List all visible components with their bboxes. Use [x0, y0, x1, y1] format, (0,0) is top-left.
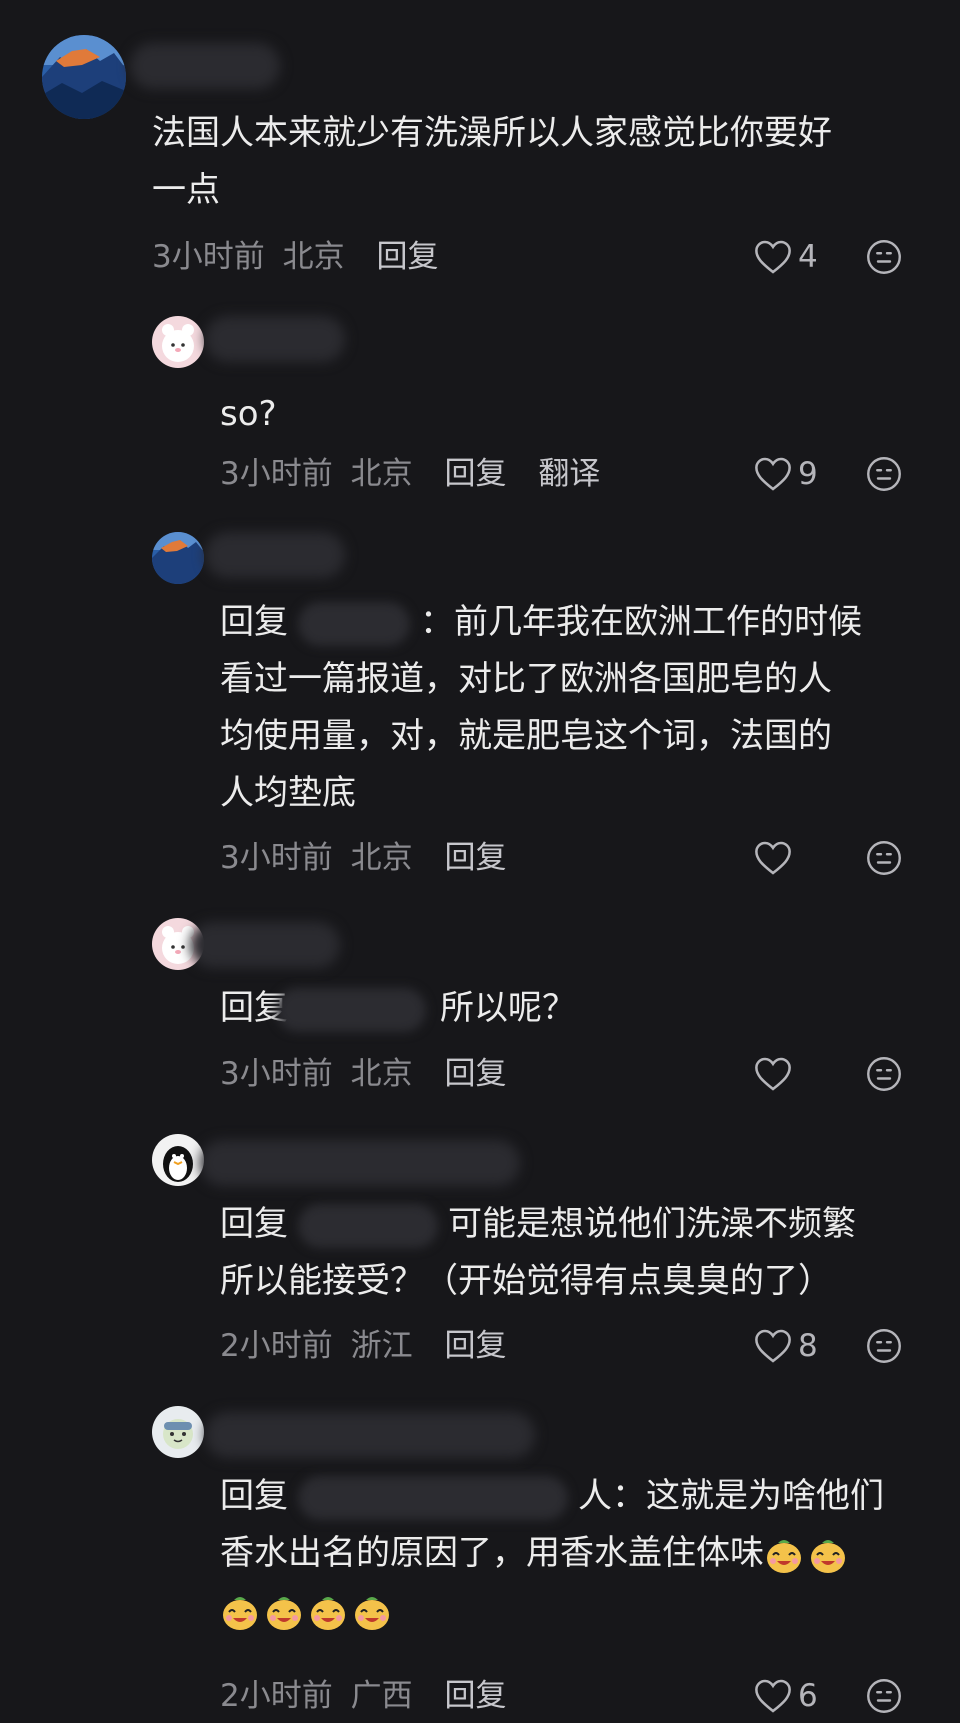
- like-button[interactable]: 9: [754, 452, 818, 496]
- reply-button[interactable]: 回复: [376, 239, 438, 275]
- laughing-pudding-emoji: [220, 1592, 260, 1632]
- like-button[interactable]: [754, 836, 798, 880]
- like-button[interactable]: 6: [754, 1674, 818, 1718]
- emoji-reaction-icon[interactable]: [866, 1328, 902, 1364]
- avatar[interactable]: [152, 1134, 204, 1186]
- reply-button[interactable]: 回复: [444, 1678, 506, 1714]
- username-blurred[interactable]: [205, 316, 345, 362]
- comment-text: 回复 ：前几年我在欧洲工作的时候 看过一篇报道，对比了欧洲各国肥皂的人 均使用量，…: [220, 601, 862, 813]
- mention-blurred[interactable]: [298, 601, 410, 646]
- comment-meta: 3小时前 北京 回复: [220, 836, 506, 880]
- comment-text: 回复 可能是想说他们洗澡不频繁 所以能接受？（开始觉得有点臭臭的了）: [220, 1203, 856, 1301]
- comment-text: 法国人本来就少有洗澡所以人家感觉比你要好 一点: [152, 113, 832, 210]
- heart-icon: [755, 841, 791, 875]
- heart-icon: [755, 457, 791, 491]
- comment-meta: 2小时前 浙江 回复: [220, 1324, 506, 1368]
- laughing-pudding-emoji: [264, 1592, 304, 1632]
- timestamp: 3小时前: [152, 239, 265, 275]
- timestamp: 2小时前: [220, 1678, 333, 1714]
- avatar[interactable]: [152, 1406, 204, 1458]
- laughing-pudding-emoji: [308, 1592, 348, 1632]
- translate-button[interactable]: 翻译: [538, 456, 600, 492]
- username-blurred[interactable]: [205, 532, 345, 578]
- mention-blurred[interactable]: [298, 1203, 438, 1248]
- comment-meta: 3小时前 北京 回复 翻译: [220, 452, 600, 496]
- mention-blurred[interactable]: [298, 1475, 568, 1520]
- laughing-pudding-emoji: [808, 1535, 848, 1575]
- username-blurred[interactable]: [130, 43, 280, 89]
- like-count: 6: [798, 1678, 818, 1714]
- timestamp: 2小时前: [220, 1328, 333, 1364]
- comment-meta: 3小时前 北京 回复: [152, 235, 438, 279]
- heart-icon: [755, 1679, 791, 1713]
- like-count: 9: [798, 456, 818, 492]
- laughing-pudding-emoji: [764, 1535, 804, 1575]
- username-blurred[interactable]: [205, 1412, 535, 1458]
- emoji-reaction-icon[interactable]: [866, 1056, 902, 1092]
- emoji-reaction-icon[interactable]: [866, 456, 902, 492]
- avatar[interactable]: [152, 532, 204, 584]
- location: 浙江: [350, 1328, 413, 1364]
- heart-icon: [755, 1057, 791, 1091]
- location: 北京: [350, 456, 413, 492]
- like-button[interactable]: 8: [754, 1324, 818, 1368]
- like-count: 8: [798, 1328, 818, 1364]
- reply-prefix: 回复: [220, 1204, 288, 1244]
- comment-text: 回复 所以呢？: [220, 980, 940, 1037]
- heart-icon: [755, 1329, 791, 1363]
- like-count: 4: [798, 239, 818, 275]
- comment-meta: 3小时前 北京 回复: [220, 1052, 506, 1096]
- comment-meta: 2小时前 广西 回复: [220, 1674, 506, 1718]
- comment-text: so?: [220, 394, 277, 434]
- reply-prefix: 回复: [220, 1476, 288, 1516]
- avatar[interactable]: [42, 35, 126, 119]
- like-button[interactable]: [754, 1052, 798, 1096]
- timestamp: 3小时前: [220, 456, 333, 492]
- avatar[interactable]: [152, 316, 204, 368]
- like-button[interactable]: 4: [754, 235, 818, 279]
- reply-button[interactable]: 回复: [444, 456, 506, 492]
- mention-blurred[interactable]: [276, 987, 426, 1032]
- emoji-reaction-icon[interactable]: [866, 239, 902, 275]
- reply-button[interactable]: 回复: [444, 840, 506, 876]
- location: 广西: [350, 1678, 413, 1714]
- laughing-pudding-emoji: [352, 1592, 392, 1632]
- heart-icon: [755, 240, 791, 274]
- reply-button[interactable]: 回复: [444, 1328, 506, 1364]
- emoji-reaction-icon[interactable]: [866, 840, 902, 876]
- location: 北京: [350, 840, 413, 876]
- location: 北京: [282, 239, 345, 275]
- username-blurred[interactable]: [200, 1140, 520, 1186]
- timestamp: 3小时前: [220, 1056, 333, 1092]
- timestamp: 3小时前: [220, 840, 333, 876]
- location: 北京: [350, 1056, 413, 1092]
- emoji-reaction-icon[interactable]: [866, 1678, 902, 1714]
- comment-text: 回复 人：这就是为啥他们 香水出名的原因了，用香水盖住体味: [220, 1468, 940, 1639]
- reply-button[interactable]: 回复: [444, 1056, 506, 1092]
- reply-prefix: 回复: [220, 602, 288, 642]
- username-blurred[interactable]: [190, 922, 340, 968]
